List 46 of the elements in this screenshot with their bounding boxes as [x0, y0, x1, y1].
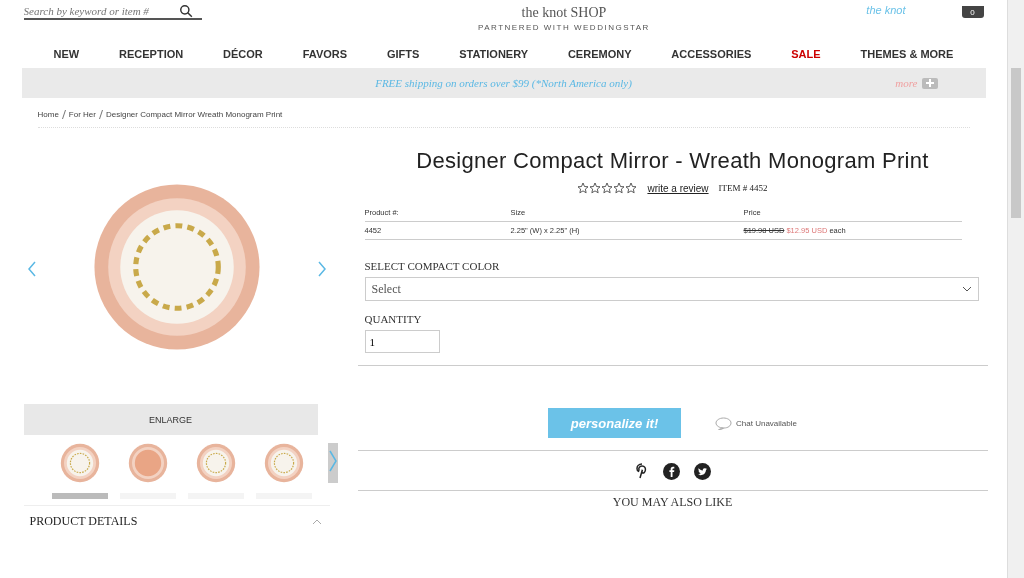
- breadcrumb-link[interactable]: Designer Compact Mirror Wreath Monogram Print: [105, 110, 283, 119]
- star-icon: [613, 182, 626, 194]
- slash-icon: [98, 110, 103, 119]
- item-number: ITEM # 4452: [718, 183, 768, 193]
- breadcrumb-link[interactable]: Home: [37, 110, 59, 119]
- promo-text: FREE shipping on orders over $99 (*North America only): [375, 77, 632, 89]
- scrollbar-thumb[interactable]: [1011, 68, 1021, 218]
- search-field[interactable]: Search by keyword or item #: [23, 4, 202, 20]
- review-link[interactable]: write a review: [647, 182, 709, 194]
- nav-link[interactable]: GIFTS: [386, 48, 420, 60]
- star-icon: [601, 182, 614, 194]
- nav-link[interactable]: CEREMONY: [567, 48, 632, 60]
- tagline: PARTNERED WITH WEDDINGSTAR: [478, 23, 650, 32]
- color-select[interactable]: Select: [364, 277, 979, 301]
- enlarge-button[interactable]: ENLARGE: [23, 404, 318, 435]
- star-icon: [625, 182, 638, 194]
- section-heading[interactable]: PRODUCT DETAILS: [29, 514, 138, 529]
- product-title: Designer Compact Mirror - Wreath Monogram Print: [415, 148, 930, 174]
- chevron-down-icon: [961, 286, 972, 292]
- slash-icon: [61, 110, 66, 119]
- chat-status: Chat Unavailable: [736, 418, 797, 428]
- search-icon[interactable]: [178, 4, 193, 18]
- logo: the knot SHOP: [521, 6, 607, 20]
- chevron-up-icon[interactable]: [311, 518, 322, 525]
- next-thumbnail-button[interactable]: [327, 443, 338, 483]
- plus-icon: [921, 77, 938, 89]
- pinterest-icon[interactable]: [634, 463, 649, 479]
- nav-link[interactable]: THEMES & MORE: [860, 48, 954, 60]
- twitter-icon[interactable]: [693, 463, 711, 480]
- star-icon: [577, 182, 590, 194]
- star-icon: [589, 182, 602, 194]
- nav-link[interactable]: NEW: [53, 48, 80, 60]
- nav-link[interactable]: STATIONERY: [459, 48, 529, 60]
- field-label: SELECT COMPACT COLOR: [364, 260, 501, 272]
- nav-link[interactable]: RECEPTION: [119, 48, 184, 60]
- field-label: QUANTITY: [364, 313, 423, 325]
- section-heading: YOU MAY ALSO LIKE: [611, 495, 734, 510]
- breadcrumb-link[interactable]: For Her: [68, 110, 96, 119]
- chat-bubble-icon: [715, 416, 733, 430]
- nav-link[interactable]: ACCESSORIES: [671, 48, 752, 60]
- nav-link[interactable]: FAVORS: [302, 48, 348, 60]
- cart-count[interactable]: 0: [961, 6, 984, 18]
- nav-link[interactable]: DÉCOR: [223, 48, 263, 60]
- nav-link[interactable]: SALE: [791, 48, 821, 60]
- facebook-icon[interactable]: [662, 463, 680, 480]
- quantity-field[interactable]: 1: [364, 330, 440, 353]
